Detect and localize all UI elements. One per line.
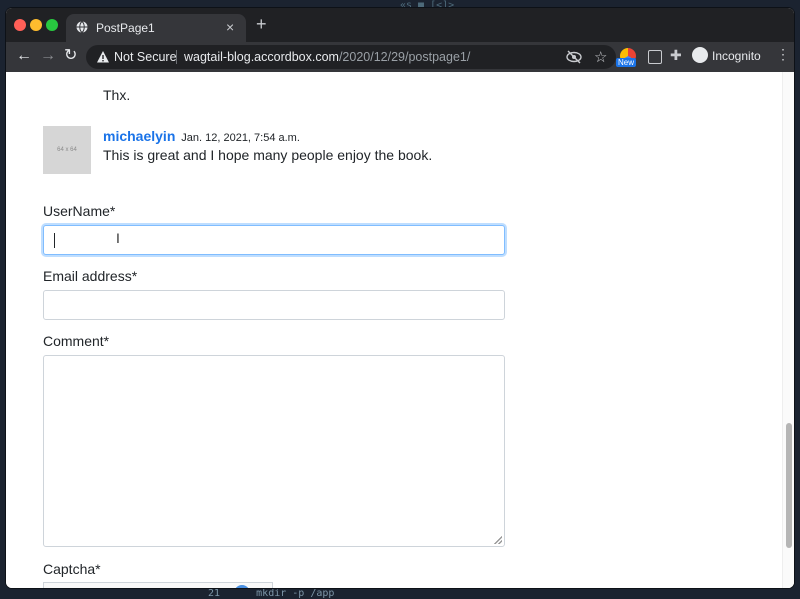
tab-strip: PostPage1 × +: [6, 8, 794, 42]
forward-icon[interactable]: →: [40, 48, 56, 64]
new-tab-button[interactable]: +: [256, 15, 267, 33]
avatar: 64 x 64: [43, 126, 91, 174]
comment-header: michaelyin Jan. 12, 2021, 7:54 a.m.: [103, 128, 300, 144]
comment-author-link[interactable]: michaelyin: [103, 128, 175, 144]
username-label: UserName*: [43, 203, 116, 219]
star-icon[interactable]: ☆: [594, 48, 607, 66]
recaptcha-icon: [234, 585, 250, 588]
terminal-bottom-text: 21 mkdir -p /app: [208, 588, 335, 599]
tab-close-icon[interactable]: ×: [226, 19, 234, 35]
minimize-window-button[interactable]: [30, 19, 42, 31]
browser-window: PostPage1 × + ← → ↻ Not Secure wagtail-b…: [6, 8, 794, 588]
scrollbar-thumb[interactable]: [786, 423, 792, 548]
cast-icon[interactable]: [648, 50, 662, 64]
new-badge: New: [616, 58, 637, 67]
security-label[interactable]: Not Secure: [114, 50, 177, 64]
recaptcha-widget[interactable]: [43, 582, 273, 588]
username-input[interactable]: I: [43, 225, 505, 255]
close-window-button[interactable]: [14, 19, 26, 31]
text-caret: [54, 233, 55, 248]
avatar-placeholder-text: 64 x 64: [57, 147, 77, 153]
email-label: Email address*: [43, 268, 138, 284]
warning-icon: [97, 51, 109, 63]
previous-comment-body: Thx.: [103, 87, 131, 103]
omnibox-separator: [176, 50, 177, 64]
tab-postpage1[interactable]: PostPage1 ×: [66, 14, 246, 42]
back-icon[interactable]: ←: [16, 48, 32, 64]
url-host: wagtail-blog.accordbox.com: [184, 50, 339, 64]
email-input[interactable]: [43, 290, 505, 320]
url-path: /2020/12/29/postpage1/: [338, 50, 471, 64]
zoom-window-button[interactable]: [46, 19, 58, 31]
url-text[interactable]: wagtail-blog.accordbox.com/2020/12/29/po…: [184, 50, 470, 64]
reload-icon[interactable]: ↻: [64, 48, 77, 64]
puzzle-icon[interactable]: ✚: [670, 47, 682, 64]
resize-handle-icon[interactable]: [494, 536, 502, 544]
comment-label: Comment*: [43, 333, 110, 349]
address-bar[interactable]: Not Secure wagtail-blog.accordbox.com/20…: [86, 45, 616, 69]
globe-icon: [76, 21, 88, 33]
eye-off-icon[interactable]: [566, 50, 582, 64]
menu-icon[interactable]: ⋮: [776, 47, 790, 61]
captcha-label: Captcha*: [43, 561, 101, 577]
incognito-icon[interactable]: [692, 47, 708, 63]
comment-date: Jan. 12, 2021, 7:54 a.m.: [181, 132, 300, 144]
comment-textarea[interactable]: [43, 355, 505, 547]
toolbar: ← → ↻ Not Secure wagtail-blog.accordbox.…: [6, 42, 794, 72]
page-scrollbar[interactable]: [782, 72, 794, 588]
incognito-label[interactable]: Incognito: [712, 49, 761, 63]
tab-title: PostPage1: [96, 21, 155, 35]
comment-body: This is great and I hope many people enj…: [103, 147, 433, 163]
text-cursor-icon: I: [116, 230, 120, 246]
page-content: Thx. 64 x 64 michaelyin Jan. 12, 2021, 7…: [6, 72, 794, 588]
